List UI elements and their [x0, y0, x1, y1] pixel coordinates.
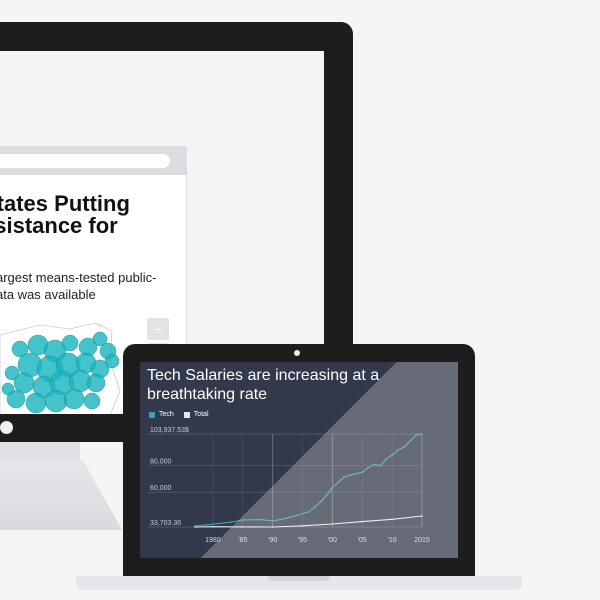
browser-toolbar: [0, 147, 186, 175]
data-point-tech: [283, 517, 286, 520]
data-point-tech: [212, 523, 214, 526]
data-point-total: [212, 525, 214, 528]
x-tick-label: 2015: [414, 537, 430, 544]
data-point-tech: [373, 463, 376, 466]
data-point-tech: [241, 519, 244, 521]
x-tick-label: '85: [238, 537, 247, 544]
data-point-tech: [271, 520, 274, 522]
line-chart[interactable]: 103,937.53$ 80,000 60,000 33,703.36 1980 '85 '…: [140, 362, 458, 558]
data-point-total: [361, 520, 364, 523]
x-tick-label: '05: [358, 537, 367, 544]
data-point-total: [421, 515, 423, 517]
data-point-tech: [313, 506, 316, 509]
x-tick-label: '90: [268, 537, 277, 544]
data-point-tech: [349, 474, 352, 476]
map-bubble[interactable]: [44, 389, 68, 413]
y-tick-label: 103,937.53$: [150, 427, 189, 434]
address-bar[interactable]: [0, 154, 170, 168]
monitor-stand-neck: [0, 442, 80, 460]
data-point-tech: [319, 501, 322, 503]
data-point-total: [194, 526, 196, 528]
data-point-total: [271, 526, 274, 528]
laptop-screen: Tech Salaries are increasing at a breath…: [140, 362, 458, 558]
data-point-tech: [367, 466, 370, 469]
data-point-total: [241, 526, 244, 528]
data-point-total: [331, 523, 334, 525]
monitor-stand-base: [0, 460, 122, 530]
bubble-map[interactable]: [0, 321, 130, 414]
data-point-tech: [343, 476, 346, 478]
map-bubble[interactable]: [63, 388, 85, 410]
monitor-power-dot: [0, 421, 13, 434]
x-tick-label: 1980: [205, 537, 221, 544]
data-point-tech: [307, 511, 310, 513]
article-description: argest means-tested public- ata was avai…: [0, 270, 157, 302]
map-bubble[interactable]: [1, 382, 15, 396]
article-title: States Putting ssistance for ?: [0, 191, 130, 238]
series-line-total: [194, 515, 423, 528]
y-tick-label: 33,703.36: [150, 520, 181, 527]
map-bubble[interactable]: [86, 373, 106, 393]
data-point-tech: [325, 494, 328, 497]
laptop: Tech Salaries are increasing at a breath…: [123, 344, 475, 576]
data-point-tech: [385, 458, 387, 460]
map-bubble[interactable]: [104, 353, 120, 369]
data-point-tech: [379, 464, 381, 467]
data-point-tech: [397, 449, 399, 451]
laptop-notch: [268, 576, 330, 581]
x-tick-label: '10: [388, 537, 397, 544]
data-point-tech: [391, 454, 393, 456]
data-point-tech: [415, 434, 417, 437]
data-point-tech: [259, 518, 262, 521]
laptop-camera: [294, 350, 300, 356]
data-point-tech: [331, 486, 334, 489]
data-point-tech: [409, 440, 411, 443]
data-point-tech: [337, 481, 340, 484]
y-tick-label: 60,000: [150, 485, 172, 492]
y-tick-label: 80,000: [150, 459, 172, 466]
map-bubble[interactable]: [83, 392, 101, 410]
data-point-tech: [403, 446, 405, 448]
x-tick-label: '95: [298, 537, 307, 544]
data-point-tech: [361, 471, 364, 474]
data-point-tech: [421, 433, 423, 435]
data-point-tech: [230, 521, 232, 523]
data-point-total: [391, 518, 393, 521]
data-point-tech: [295, 514, 298, 517]
map-bubble[interactable]: [25, 392, 47, 414]
map-bubble[interactable]: [61, 334, 79, 352]
zoom-in-button[interactable]: +: [147, 318, 169, 340]
data-point-tech: [355, 472, 358, 475]
data-point-total: [301, 525, 304, 527]
x-tick-label: '00: [328, 537, 337, 544]
